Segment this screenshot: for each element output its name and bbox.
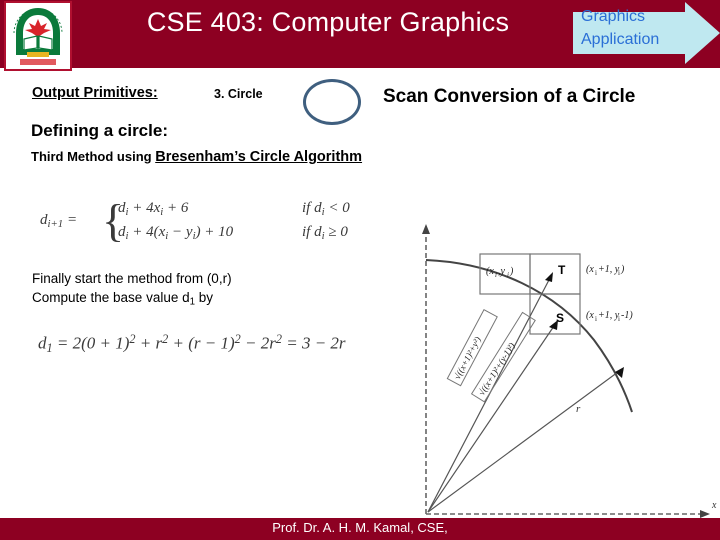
svg-text:+1, y: +1, y (598, 264, 620, 275)
label-xi-yi: (x (486, 266, 494, 277)
equation-piecewise-lhs: di+1 = (40, 212, 77, 230)
equation-piecewise-condition2: if di ≥ 0 (302, 224, 348, 242)
svg-text:): ) (620, 264, 625, 275)
circle-arc (425, 259, 633, 413)
svg-text:-1): -1) (621, 310, 633, 321)
banner-label-line1: Graphics (581, 8, 646, 25)
svg-text:i: i (507, 271, 509, 279)
vector-to-T-arrow (545, 272, 553, 282)
eq1-c1-rest: + 4x (128, 200, 161, 216)
x-axis-label: x (711, 500, 717, 511)
method-prefix: Third Method using (31, 149, 156, 164)
svg-text:i: i (495, 271, 497, 279)
svg-text:i: i (618, 269, 620, 277)
svg-text:i: i (595, 269, 597, 277)
footer-text: Prof. Dr. A. H. M. Kamal, CSE, (272, 520, 448, 535)
eq2-b: + r (135, 333, 163, 353)
start-method-line2-prefix: Compute the base value d (32, 290, 190, 306)
eq2-a: = 2(0 + 1) (52, 333, 130, 353)
vector-radius (427, 371, 619, 513)
svg-text:,y: ,y (498, 266, 506, 277)
equation-piecewise-case2: di + 4(xi − yi) + 10 (118, 224, 233, 242)
svg-text:i: i (618, 315, 620, 323)
eq2-c: + (r − 1) (168, 333, 235, 353)
circle-outline-icon (303, 79, 361, 125)
eq1-cond2-prefix: if d (302, 224, 322, 240)
eq1-cond2-suffix: ≥ 0 (324, 224, 348, 240)
banner-label: Graphics Application (581, 5, 691, 51)
method-name: Bresenham’s Circle Algorithm (155, 149, 363, 165)
eq1-c2-mid: − y (168, 224, 193, 240)
label-xi1-yi: (x (586, 264, 594, 275)
equation-piecewise: di+1 = { di + 4xi + 6 di + 4(xi − yi) + … (40, 196, 430, 258)
output-primitives-label: Output Primitives: (32, 85, 158, 101)
start-method-paragraph: Finally start the method from (0,r) Comp… (32, 269, 232, 310)
banner-label-line2: Application (581, 31, 660, 49)
y-axis-arrow (422, 224, 430, 234)
eq1-equals: = (63, 212, 78, 228)
start-method-line2-suffix: by (195, 290, 214, 306)
university-logo (4, 1, 72, 71)
third-method-line: Third Method using Bresenham’s Circle Al… (31, 149, 362, 165)
vector-to-S-arrow (549, 320, 558, 330)
eq1-c1-d: d (118, 200, 126, 216)
defining-a-circle-heading: Defining a circle: (31, 121, 168, 140)
label-radius: r (576, 403, 581, 415)
eq1-d: d (40, 212, 48, 228)
eq1-c2-tail: ) + 10 (195, 224, 234, 240)
page-title: CSE 403: Computer Graphics (146, 7, 510, 37)
start-method-line1: Finally start the method from (0,r) (32, 271, 232, 286)
eq1-cond1-prefix: if d (302, 200, 322, 216)
bresenham-circle-diagram: x (x i ,y i ) T S (x i +1, y i ) (x i +1… (406, 222, 720, 518)
equation-piecewise-condition1: if di < 0 (302, 200, 350, 218)
equation-base-value: d1 = 2(0 + 1)2 + r2 + (r − 1)2 − 2r2 = 3… (38, 332, 346, 356)
svg-text:i: i (595, 315, 597, 323)
university-logo-svg (6, 3, 70, 69)
bresenham-circle-diagram-svg: x (x i ,y i ) T S (x i +1, y i ) (x i +1… (422, 224, 717, 518)
eq1-c1-tail: + 6 (163, 200, 189, 216)
svg-text:): ) (509, 266, 514, 277)
eq1-cond1-suffix: < 0 (324, 200, 350, 216)
topic-number-label: 3. Circle (214, 87, 263, 101)
eq2-d2: − 2r (240, 333, 276, 353)
start-method-line2: Compute the base value d1 by (32, 288, 232, 310)
label-xi1-yi-minus1: (x (586, 310, 594, 321)
footer-bar: Prof. Dr. A. H. M. Kamal, CSE, (0, 518, 720, 540)
eq1-c2-d: d (118, 224, 126, 240)
vector-to-S (427, 325, 555, 513)
eq1-c2-rest: + 4(x (128, 224, 166, 240)
x-axis-arrow (700, 510, 710, 518)
label-T: T (558, 263, 566, 277)
eq2-d: d (38, 333, 47, 353)
svg-text:+1, y: +1, y (598, 310, 620, 321)
slide-title: Scan Conversion of a Circle (383, 86, 636, 107)
eq2-e: = 3 − 2r (281, 333, 346, 353)
cell-T (529, 253, 581, 295)
equation-piecewise-case1: di + 4xi + 6 (118, 200, 188, 218)
eq1-sub: i+1 (47, 218, 64, 231)
